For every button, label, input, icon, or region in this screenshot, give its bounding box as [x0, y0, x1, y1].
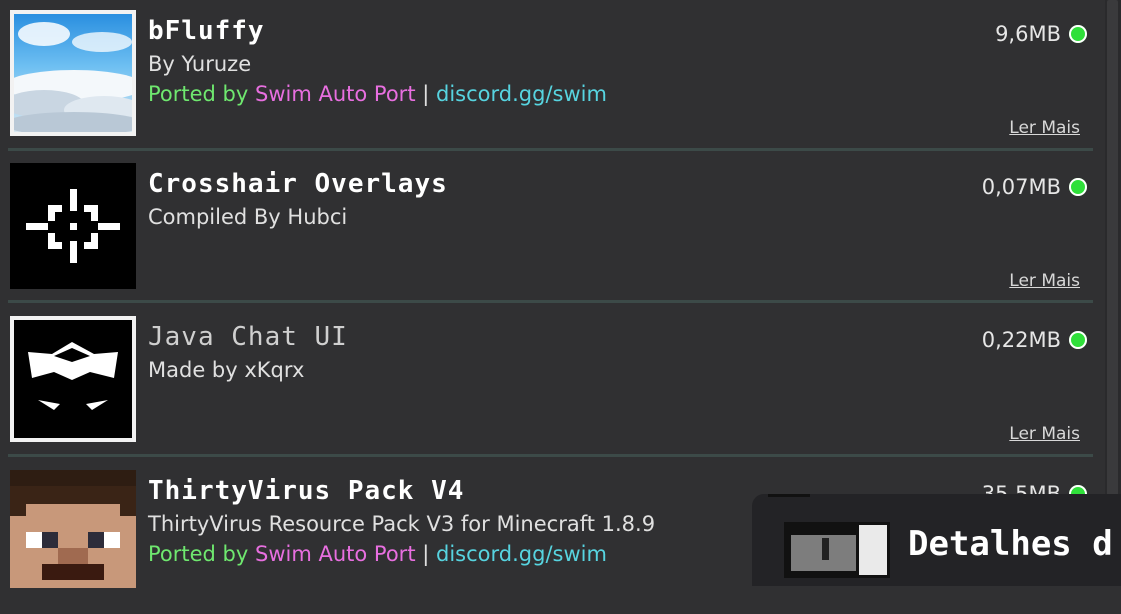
pack-title: Java Chat UI	[148, 322, 348, 352]
pack-size: 0,22MB	[981, 328, 1061, 352]
crosshair-thumbnail	[10, 163, 136, 289]
status-dot-icon	[1069, 25, 1087, 43]
divider	[8, 148, 1093, 151]
panel-tab-notch	[768, 494, 810, 497]
pack-title: bFluffy	[148, 16, 265, 46]
pack-item-java-chat-ui[interactable]: Java Chat UI Made by xKqrx 0,22MB Ler Ma…	[8, 314, 1093, 460]
pack-description: ThirtyVirus Resource Pack V3 for Minecra…	[148, 512, 656, 536]
read-more-link[interactable]: Ler Mais	[1009, 271, 1080, 291]
read-more-link[interactable]: Ler Mais	[1009, 424, 1080, 444]
credit-link[interactable]: discord.gg/swim	[436, 542, 607, 566]
toggle-knob	[856, 522, 890, 578]
pack-item-crosshair-overlays[interactable]: Crosshair Overlays Compiled By Hubci 0,0…	[8, 161, 1093, 307]
divider	[8, 454, 1093, 457]
pack-credit: Ported by Swim Auto Port | discord.gg/sw…	[148, 82, 607, 106]
credit-separator: |	[422, 542, 430, 566]
credit-prefix: Ported by	[148, 542, 249, 566]
status-dot-icon	[1069, 178, 1087, 196]
pack-title: Crosshair Overlays	[148, 169, 448, 199]
pack-title: ThirtyVirus Pack V4	[148, 476, 465, 506]
pack-author: Made by xKqrx	[148, 358, 305, 382]
toggle-off-mark-icon	[822, 538, 829, 560]
divider	[8, 300, 1093, 303]
credit-name: Swim Auto Port	[255, 82, 416, 106]
credit-separator: |	[422, 82, 430, 106]
credit-prefix: Ported by	[148, 82, 249, 106]
scrollbar-thumb[interactable]	[1107, 0, 1118, 496]
read-more-link[interactable]: Ler Mais	[1009, 118, 1080, 138]
steve-face-thumbnail	[10, 470, 136, 588]
pack-item-bfluffy[interactable]: bFluffy By Yuruze Ported by Swim Auto Po…	[8, 8, 1093, 154]
details-label: Detalhes d	[908, 524, 1113, 564]
credit-link[interactable]: discord.gg/swim	[436, 82, 607, 106]
pack-size: 0,07MB	[981, 175, 1061, 199]
pack-size: 9,6MB	[995, 22, 1061, 46]
sky-clouds-thumbnail	[10, 10, 136, 136]
toggle-switch[interactable]	[784, 522, 890, 578]
pack-author: By Yuruze	[148, 52, 252, 76]
pack-credit: Ported by Swim Auto Port | discord.gg/sw…	[148, 542, 607, 566]
pack-author: Compiled By Hubci	[148, 205, 348, 229]
mask-thumbnail	[10, 316, 136, 442]
status-dot-icon	[1069, 331, 1087, 349]
details-panel[interactable]: Detalhes d	[752, 494, 1121, 586]
credit-name: Swim Auto Port	[255, 542, 416, 566]
